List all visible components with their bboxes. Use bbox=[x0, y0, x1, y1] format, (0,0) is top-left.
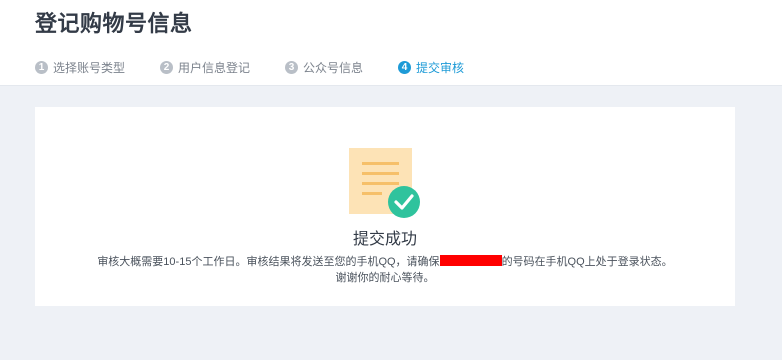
step-2: 2 用户信息登记 bbox=[160, 59, 250, 76]
step-4-number: 4 bbox=[398, 60, 412, 74]
step-2-label: 用户信息登记 bbox=[178, 60, 251, 75]
step-3-label: 公众号信息 bbox=[303, 60, 364, 75]
thanks-text: 谢谢你的耐心等待。 bbox=[335, 272, 435, 284]
step-indicator: 1 选择账号类型 2 用户信息登记 3 公众号信息 4 提交审核 bbox=[35, 58, 499, 76]
step-4-current: 4 提交审核 bbox=[398, 59, 464, 76]
page-header: 登记购物号信息 1 选择账号类型 2 用户信息登记 3 公众号信息 4 提交审核 bbox=[0, 0, 782, 86]
step-3: 3 公众号信息 bbox=[285, 59, 363, 76]
step-2-number: 2 bbox=[160, 60, 174, 74]
review-notice-part1: 审核大概需要10-15个工作日。审核结果将发送至您的手机QQ，请确保 bbox=[97, 256, 440, 268]
review-notice: 审核大概需要10-15个工作日。审核结果将发送至您的手机QQ，请确保 的号码在手机… bbox=[35, 253, 735, 269]
step-1-label: 选择账号类型 bbox=[53, 60, 126, 75]
step-4-label: 提交审核 bbox=[416, 60, 465, 75]
step-1-number: 1 bbox=[35, 60, 48, 74]
redacted-qq-number bbox=[439, 255, 502, 266]
success-title: 提交成功 bbox=[352, 231, 417, 248]
review-notice-part2: 的号码在手机QQ上处于登录状态。 bbox=[501, 256, 673, 268]
page-title: 登记购物号信息 bbox=[35, 11, 193, 36]
document-check-icon bbox=[349, 148, 423, 220]
result-card: 提交成功 审核大概需要10-15个工作日。审核结果将发送至您的手机QQ，请确保 的… bbox=[35, 107, 735, 306]
step-3-number: 3 bbox=[285, 60, 299, 74]
step-1: 1 选择账号类型 bbox=[35, 59, 125, 76]
